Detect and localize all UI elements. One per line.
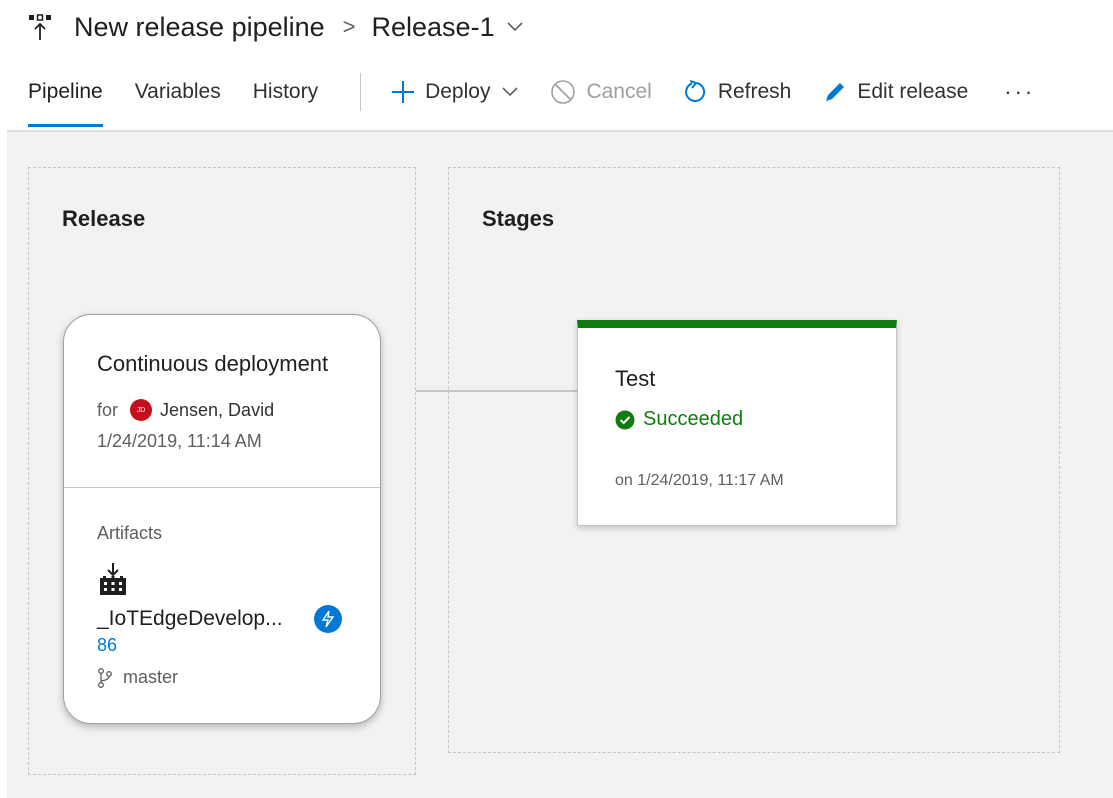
- deploy-button[interactable]: Deploy: [391, 80, 519, 104]
- plus-icon: [391, 80, 415, 104]
- avatar: JD: [130, 399, 153, 421]
- tab-variables[interactable]: Variables: [135, 70, 221, 114]
- stage-card-test[interactable]: Test Succeeded on 1/24/2019, 11:17 AM: [577, 320, 897, 526]
- lightning-icon: [314, 605, 342, 633]
- refresh-label: Refresh: [717, 80, 792, 103]
- cancel-icon: [550, 79, 576, 105]
- stages-section-title: Stages: [482, 206, 555, 231]
- page-header: New release pipeline > Release-1 Pipelin…: [0, 0, 1113, 130]
- edit-release-label: Edit release: [857, 80, 969, 103]
- toolbar-divider: [360, 73, 362, 111]
- release-pipeline-icon: [28, 13, 52, 41]
- chevron-down-icon: [502, 87, 519, 97]
- deploy-label: Deploy: [425, 80, 491, 103]
- cancel-label: Cancel: [586, 80, 652, 103]
- user-name: Jensen, David: [160, 399, 275, 420]
- tab-history[interactable]: History: [253, 70, 318, 114]
- branch-name: master: [123, 667, 179, 687]
- branch-icon: [97, 667, 113, 688]
- pencil-icon: [823, 80, 847, 104]
- build-artifact-icon: [97, 563, 129, 597]
- title-bar: New release pipeline > Release-1: [28, 8, 523, 46]
- success-check-icon: [615, 410, 635, 430]
- stage-status-label: Succeeded: [643, 408, 744, 430]
- stage-name: Test: [615, 366, 656, 391]
- more-options-icon[interactable]: ···: [1004, 79, 1035, 105]
- refresh-icon: [684, 80, 708, 104]
- breadcrumb-separator: >: [342, 14, 356, 39]
- stage-status[interactable]: Succeeded: [615, 408, 743, 431]
- branch-info: master: [97, 667, 178, 688]
- toolbar: Pipeline Variables History Deploy Cancel…: [28, 70, 1088, 127]
- release-date: 1/24/2019, 11:14 AM: [97, 431, 262, 451]
- pipeline-name-link[interactable]: New release pipeline: [74, 12, 325, 43]
- tab-pipeline[interactable]: Pipeline: [28, 70, 103, 127]
- chevron-down-icon[interactable]: [507, 22, 523, 32]
- edit-release-button[interactable]: Edit release: [823, 80, 968, 104]
- release-name-dropdown[interactable]: Release-1: [372, 12, 495, 43]
- trigger-title: Continuous deployment: [97, 351, 329, 376]
- refresh-button[interactable]: Refresh: [684, 80, 792, 104]
- release-section-title: Release: [62, 206, 146, 231]
- artifact-name-link[interactable]: _IoTEdgeDevelop...: [97, 607, 283, 631]
- cancel-button[interactable]: Cancel: [550, 79, 652, 105]
- artifacts-label: Artifacts: [97, 523, 163, 543]
- card-divider: [64, 487, 380, 488]
- triggered-for: for JD Jensen, David: [97, 399, 274, 421]
- stage-date: on 1/24/2019, 11:17 AM: [615, 472, 784, 489]
- pipeline-canvas: Release Continuous deployment for JD Jen…: [7, 130, 1113, 798]
- release-card[interactable]: Continuous deployment for JD Jensen, Dav…: [63, 314, 381, 724]
- for-label: for: [97, 399, 119, 420]
- build-number-link[interactable]: 86: [97, 635, 117, 656]
